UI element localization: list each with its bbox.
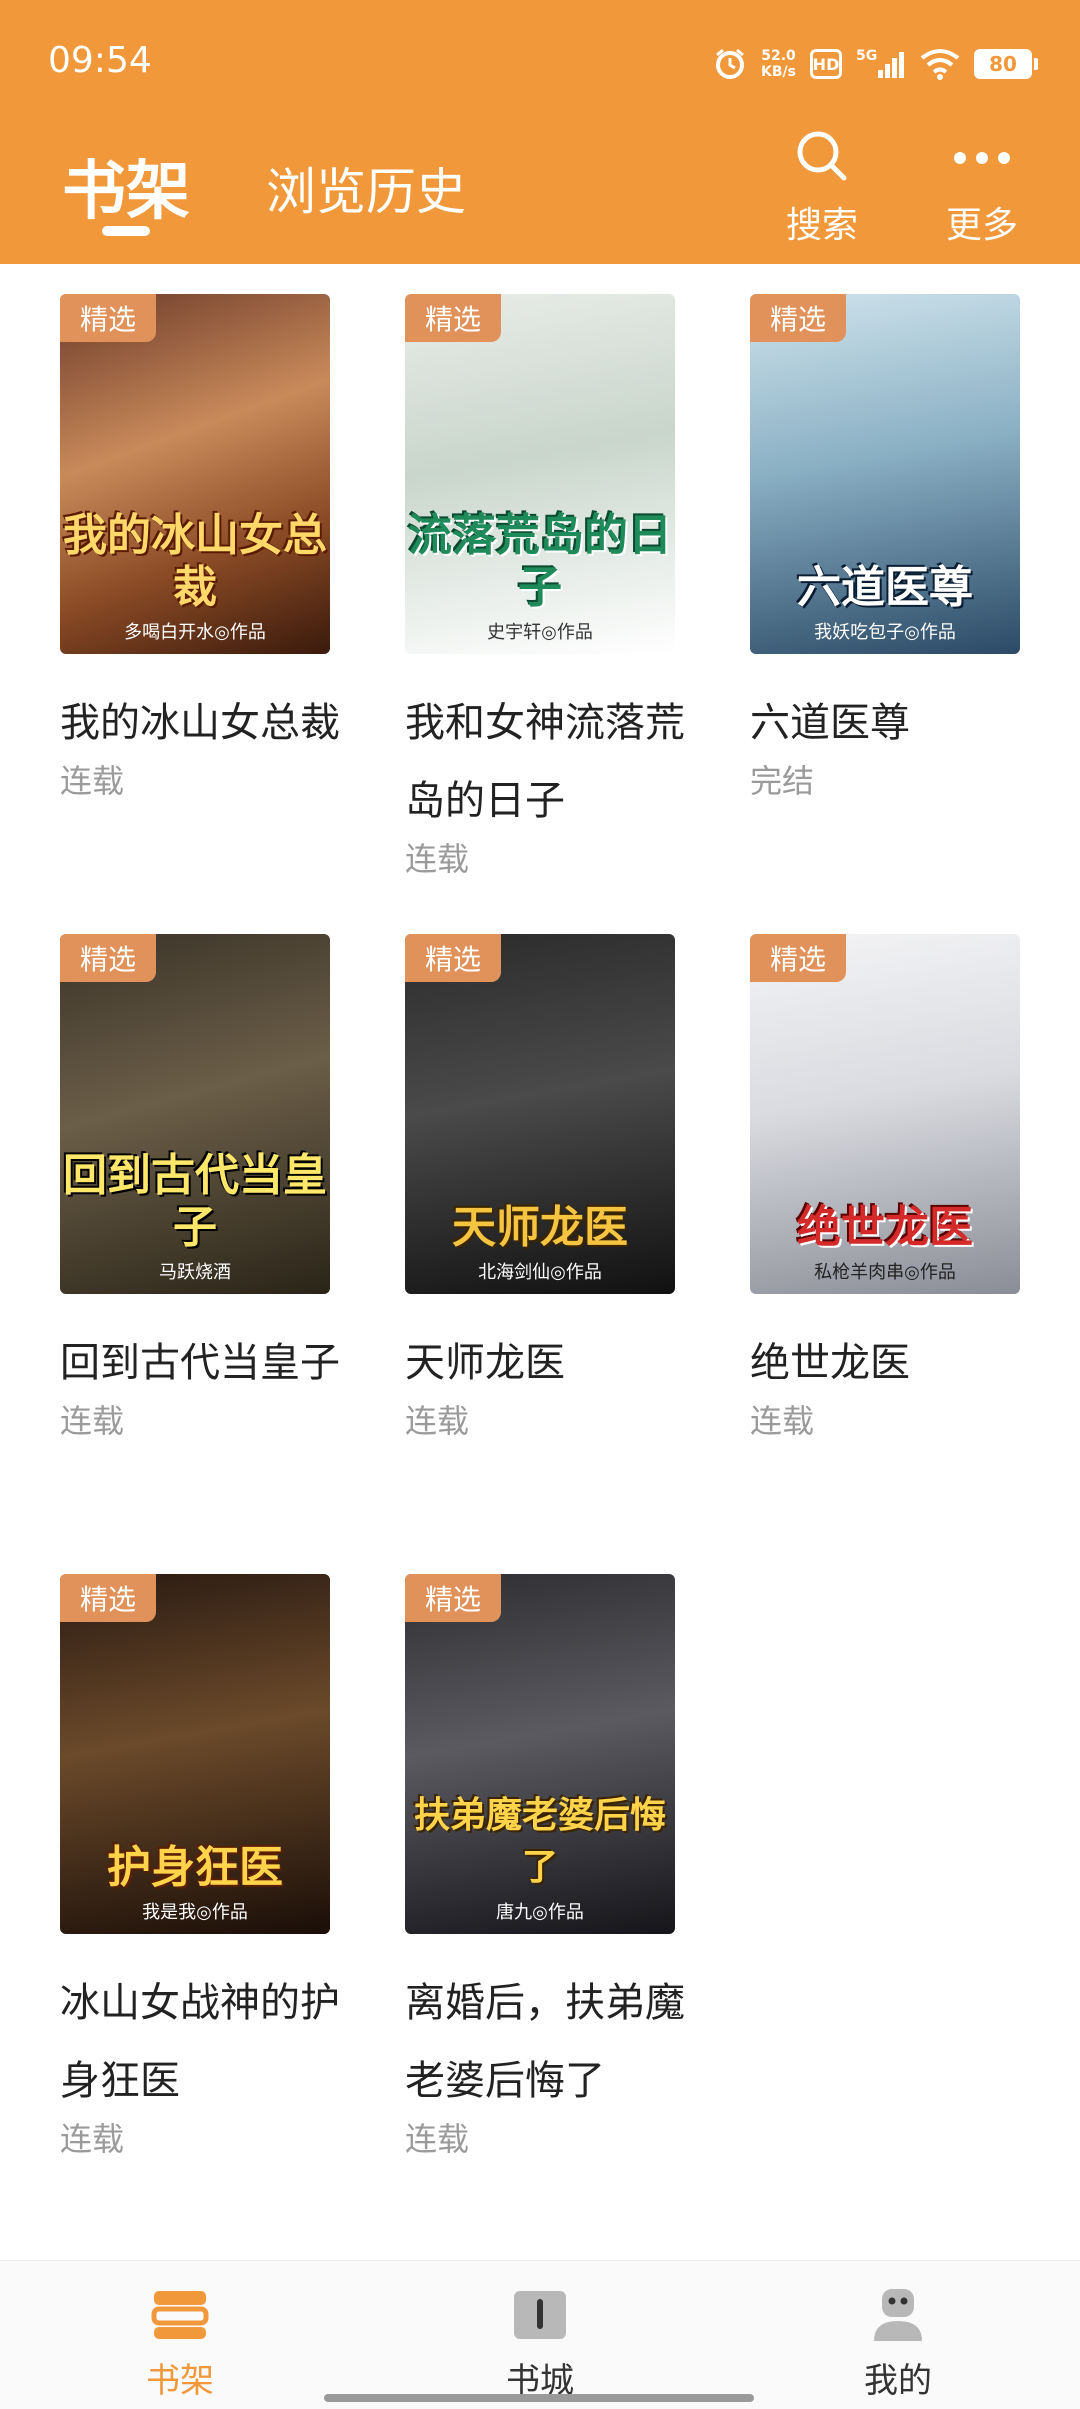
book-status: 连载 bbox=[60, 762, 125, 800]
cover-title: 回到古代当皇子 bbox=[63, 1150, 327, 1253]
book-cover[interactable]: 精选 扶弟魔老婆后悔了 唐九◎作品 bbox=[405, 1574, 675, 1934]
cover-author: 私枪羊肉串◎作品 bbox=[814, 1262, 956, 1283]
cover-author: 北海剑仙◎作品 bbox=[478, 1262, 602, 1283]
user-icon bbox=[868, 2287, 928, 2347]
book-title[interactable]: 冰山女战神的护身狂医 bbox=[60, 1964, 350, 2120]
cover-title: 护身狂医 bbox=[107, 1842, 283, 1893]
search-icon bbox=[794, 128, 850, 188]
featured-badge: 精选 bbox=[60, 934, 156, 982]
book-status: 连载 bbox=[405, 840, 470, 878]
search-label: 搜索 bbox=[785, 205, 858, 246]
book-cover[interactable]: 精选 护身狂医 我是我◎作品 bbox=[60, 1574, 330, 1934]
book-item[interactable]: 精选 回到古代当皇子 马跃烧酒 回到古代当皇子 连载 bbox=[60, 934, 350, 1442]
book-title[interactable]: 天师龙医 bbox=[405, 1324, 695, 1402]
book-title[interactable]: 我和女神流落荒岛的日子 bbox=[405, 684, 695, 840]
net-speed: 52.0 KB/s bbox=[761, 48, 796, 80]
nav-mine[interactable]: 我的 bbox=[798, 2287, 998, 2402]
book-cover[interactable]: 精选 我的冰山女总裁 多喝白开水◎作品 bbox=[60, 294, 330, 654]
featured-badge: 精选 bbox=[405, 934, 501, 982]
signal-5g-icon: 5G bbox=[856, 46, 906, 82]
search-button[interactable]: 搜索 bbox=[752, 128, 892, 248]
tab-active-indicator bbox=[102, 226, 150, 236]
featured-badge: 精选 bbox=[750, 294, 846, 342]
tab-browse-history[interactable]: 浏览历史 bbox=[266, 152, 466, 224]
cover-title: 天师龙医 bbox=[452, 1202, 628, 1253]
hd-icon: HD bbox=[810, 49, 842, 79]
cover-title: 我的冰山女总裁 bbox=[63, 510, 327, 613]
cover-author: 史宇轩◎作品 bbox=[487, 622, 593, 643]
cover-title: 扶弟魔老婆后悔了 bbox=[413, 1795, 666, 1888]
book-status: 连载 bbox=[405, 2120, 470, 2158]
status-icons: 52.0 KB/s HD 5G 80 bbox=[713, 36, 1038, 92]
book-status: 连载 bbox=[60, 1402, 125, 1440]
net-speed-unit: KB/s bbox=[761, 64, 796, 80]
bottom-nav: 书架 书城 我的 bbox=[0, 2260, 1080, 2409]
more-label: 更多 bbox=[945, 205, 1018, 246]
book-cover[interactable]: 精选 绝世龙医 私枪羊肉串◎作品 bbox=[750, 934, 1020, 1294]
battery-icon: 80 bbox=[974, 49, 1038, 79]
book-title[interactable]: 绝世龙医 bbox=[750, 1324, 1040, 1402]
book-status: 连载 bbox=[60, 2120, 125, 2158]
cover-title: 六道医尊 bbox=[797, 562, 973, 613]
book-cover[interactable]: 精选 天师龙医 北海剑仙◎作品 bbox=[405, 934, 675, 1294]
book-title[interactable]: 回到古代当皇子 bbox=[60, 1324, 350, 1402]
book-item[interactable]: 精选 六道医尊 我妖吃包子◎作品 六道医尊 完结 bbox=[750, 294, 1040, 802]
nav-bookshelf[interactable]: 书架 bbox=[80, 2287, 280, 2402]
cover-author: 我是我◎作品 bbox=[142, 1902, 248, 1923]
book-status: 完结 bbox=[750, 762, 815, 800]
tab-bookshelf[interactable]: 书架 bbox=[62, 140, 190, 232]
app-header: 09:54 52.0 KB/s HD 5G 80 书架 浏览历史 搜索 更多 bbox=[0, 0, 1080, 264]
svg-text:5G: 5G bbox=[856, 48, 877, 64]
cover-title: 流落荒岛的日子 bbox=[408, 510, 672, 613]
bookshelf-icon bbox=[150, 2287, 210, 2347]
cover-author: 多喝白开水◎作品 bbox=[124, 622, 266, 643]
featured-badge: 精选 bbox=[750, 934, 846, 982]
book-title[interactable]: 六道医尊 bbox=[750, 684, 1040, 762]
book-item[interactable]: 精选 我的冰山女总裁 多喝白开水◎作品 我的冰山女总裁 连载 bbox=[60, 294, 350, 802]
status-time: 09:54 bbox=[48, 40, 152, 81]
nav-mine-label: 我的 bbox=[864, 2361, 932, 2401]
book-item[interactable]: 精选 天师龙医 北海剑仙◎作品 天师龙医 连载 bbox=[405, 934, 695, 1442]
cover-author: 我妖吃包子◎作品 bbox=[814, 622, 956, 643]
featured-badge: 精选 bbox=[405, 294, 501, 342]
book-item[interactable]: 精选 护身狂医 我是我◎作品 冰山女战神的护身狂医 连载 bbox=[60, 1574, 350, 2160]
book-cover[interactable]: 精选 回到古代当皇子 马跃烧酒 bbox=[60, 934, 330, 1294]
book-item[interactable]: 精选 流落荒岛的日子 史宇轩◎作品 我和女神流落荒岛的日子 连载 bbox=[405, 294, 695, 880]
more-button[interactable]: 更多 bbox=[912, 128, 1052, 248]
book-cover[interactable]: 精选 流落荒岛的日子 史宇轩◎作品 bbox=[405, 294, 675, 654]
cover-author: 唐九◎作品 bbox=[496, 1902, 584, 1923]
more-dots-icon bbox=[950, 128, 1014, 188]
home-indicator[interactable] bbox=[324, 2394, 754, 2402]
featured-badge: 精选 bbox=[60, 294, 156, 342]
cover-title: 绝世龙医 bbox=[797, 1202, 973, 1253]
book-item[interactable]: 精选 绝世龙医 私枪羊肉串◎作品 绝世龙医 连载 bbox=[750, 934, 1040, 1442]
featured-badge: 精选 bbox=[60, 1574, 156, 1622]
book-cover[interactable]: 精选 六道医尊 我妖吃包子◎作品 bbox=[750, 294, 1020, 654]
wifi-icon bbox=[920, 48, 960, 80]
featured-badge: 精选 bbox=[405, 1574, 501, 1622]
nav-bookstore[interactable]: 书城 bbox=[440, 2287, 640, 2402]
book-item[interactable]: 精选 扶弟魔老婆后悔了 唐九◎作品 离婚后，扶弟魔老婆后悔了 连载 bbox=[405, 1574, 695, 2160]
cover-author: 马跃烧酒 bbox=[159, 1262, 231, 1283]
book-status: 连载 bbox=[405, 1402, 470, 1440]
book-title[interactable]: 我的冰山女总裁 bbox=[60, 684, 350, 762]
nav-bookshelf-label: 书架 bbox=[146, 2361, 214, 2401]
net-speed-value: 52.0 bbox=[761, 48, 796, 64]
book-status: 连载 bbox=[750, 1402, 815, 1440]
book-title[interactable]: 离婚后，扶弟魔老婆后悔了 bbox=[405, 1964, 695, 2120]
alarm-icon bbox=[713, 47, 747, 81]
book-icon bbox=[510, 2287, 570, 2347]
